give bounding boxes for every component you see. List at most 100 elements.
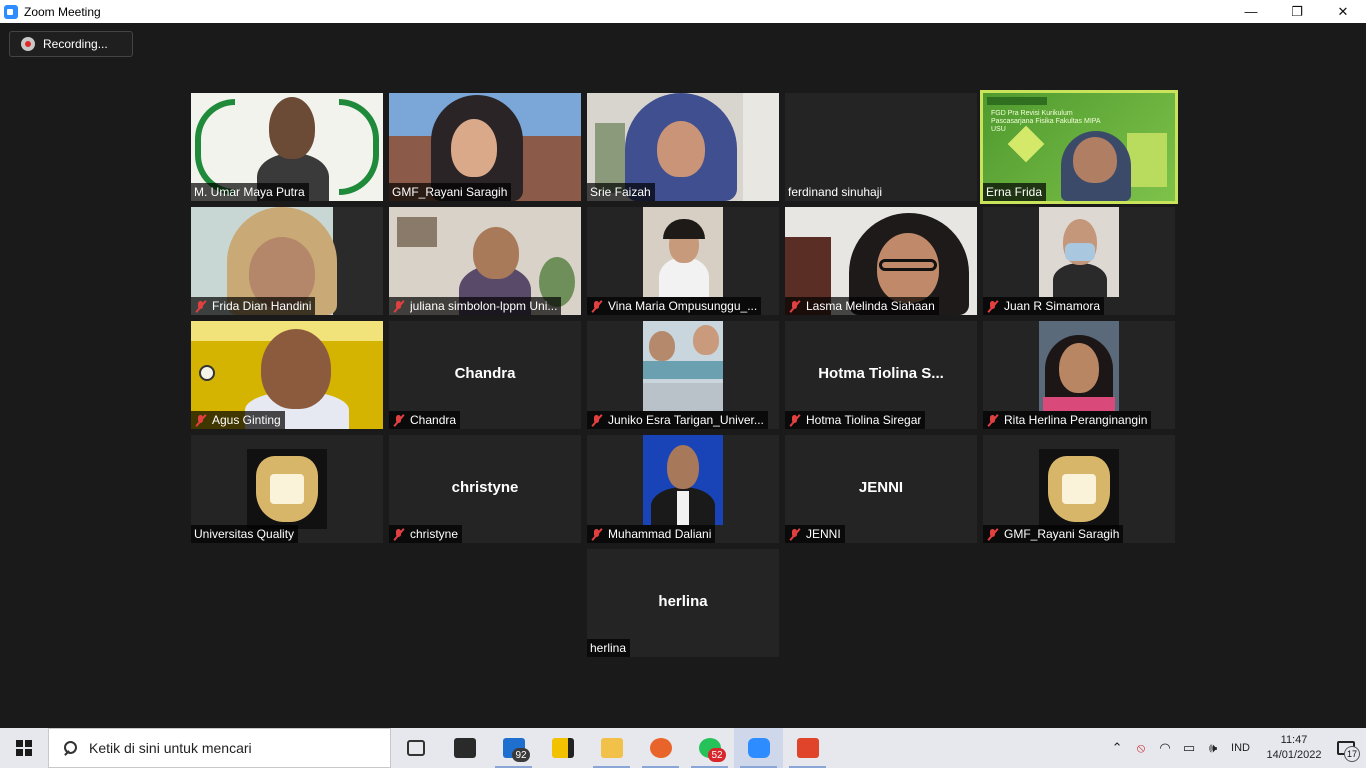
taskbar-clock[interactable]: 11:47 14/01/2022 [1262,733,1326,763]
participant-tile[interactable]: Juan R Simamora [983,207,1175,315]
participant-video [1039,207,1119,297]
participant-tile[interactable]: Frida Dian Handini [191,207,383,315]
sticky-notes-icon [551,738,574,758]
participant-name-label: juliana simbolon-lppm Uni... [389,297,562,315]
participant-video [1039,321,1119,411]
volume-icon[interactable]: 🕪 [1201,728,1225,768]
participant-tile[interactable]: Agus Ginting [191,321,383,429]
participant-name-label: M. Umar Maya Putra [191,183,309,201]
participant-tile[interactable]: Chandra Chandra [389,321,581,429]
close-button[interactable]: ✕ [1320,0,1366,23]
chevron-up-icon[interactable]: ⌃ [1105,728,1129,768]
participant-display-name: Hotma Tiolina S... [818,365,944,382]
participant-tile[interactable]: GMF_Rayani Saragih [389,93,581,201]
participant-display-name: christyne [451,479,519,496]
zoom-app-icon [4,4,18,19]
participant-name-label: Juniko Esra Tarigan_Univer... [587,411,768,429]
taskbar-search-box[interactable]: Ketik di sini untuk mencari [48,728,391,768]
search-placeholder: Ketik di sini untuk mencari [89,740,252,756]
system-tray: ⌃ ⦸ ◠ ▭ 🕪 IND 11:47 14/01/2022 17 [1105,728,1366,768]
participant-tile[interactable]: christyne christyne [389,435,581,543]
muted-mic-icon [194,414,208,427]
muted-mic-icon [788,528,802,541]
participant-name-label: Erna Frida [983,183,1047,201]
participant-name-label: Juan R Simamora [983,297,1105,315]
participant-tile[interactable]: M. Umar Maya Putra [191,93,383,201]
firefox-icon [649,738,672,758]
participant-tile[interactable]: ferdinand sinuhaji [785,93,977,201]
search-icon [63,741,77,755]
taskbar-store[interactable] [440,728,489,768]
task-view-button[interactable] [391,728,440,768]
mail-badge: 92 [512,748,530,762]
participant-tile[interactable]: Rita Herlina Peranginangin [983,321,1175,429]
participant-tile[interactable]: juliana simbolon-lppm Uni... [389,207,581,315]
taskbar-sticky-notes[interactable] [538,728,587,768]
participant-name-label: Universitas Quality [191,525,299,543]
participant-name-label: Muhammad Daliani [587,525,716,543]
taskbar-zoom[interactable] [734,728,783,768]
zoom-icon [747,738,770,758]
clock-time: 11:47 [1280,734,1308,746]
muted-mic-icon [986,300,1000,313]
muted-mic-icon [590,414,604,427]
participant-tile[interactable]: Universitas Quality [191,435,383,543]
muted-mic-icon [194,300,208,313]
muted-mic-icon [392,528,406,541]
participant-video [643,207,723,297]
participant-display-name: Chandra [454,365,516,382]
participant-name-label: GMF_Rayani Saragih [389,183,512,201]
security-alert-icon[interactable]: ⦸ [1129,728,1153,768]
window-controls: — ❐ ✕ [1228,0,1366,23]
notification-count: 17 [1344,746,1360,762]
participant-name-label: Vina Maria Ompusunggu_... [587,297,762,315]
participant-name-label: ferdinand sinuhaji [788,185,883,199]
taskbar-apps: 92 52 [391,728,832,768]
participant-tile[interactable]: Srie Faizah [587,93,779,201]
battery-icon[interactable]: ▭ [1177,728,1201,768]
participant-name-label: herlina [587,639,631,657]
wifi-icon[interactable]: ◠ [1153,728,1177,768]
minimize-button[interactable]: — [1228,0,1274,23]
participant-name-label: Lasma Melinda Siahaan [785,297,939,315]
participant-display-name: JENNI [858,479,904,496]
participant-video [643,321,723,411]
university-crest-logo [247,449,327,529]
participant-tile-active-speaker[interactable]: FGD Pra Revisi Kurikulum Pascasarjana Fi… [980,90,1178,204]
participant-name-label: Rita Herlina Peranginangin [983,411,1152,429]
participant-video [643,435,723,525]
participant-name-label: Hotma Tiolina Siregar [785,411,926,429]
participant-tile[interactable]: herlina herlina [587,549,779,657]
participant-tile[interactable]: Juniko Esra Tarigan_Univer... [587,321,779,429]
restore-button[interactable]: ❐ [1274,0,1320,23]
participant-name-label: Chandra [389,411,461,429]
gallery-grid: M. Umar Maya Putra GMF_Rayani Saragih Sr… [0,23,1366,728]
participant-name-label: Frida Dian Handini [191,297,316,315]
participant-tile[interactable]: Vina Maria Ompusunggu_... [587,207,779,315]
participant-tile[interactable]: JENNI JENNI [785,435,977,543]
presentation-app-icon [796,738,819,758]
participant-name-label: Srie Faizah [587,183,655,201]
action-center-button[interactable]: 17 [1326,728,1366,768]
muted-mic-icon [788,300,802,313]
taskbar-whatsapp[interactable]: 52 [685,728,734,768]
participant-tile[interactable]: Muhammad Daliani [587,435,779,543]
taskbar-file-explorer[interactable] [587,728,636,768]
taskbar-powerpoint[interactable] [783,728,832,768]
windows-taskbar: Ketik di sini untuk mencari 92 52 ⌃ ⦸ ◠ … [0,728,1366,768]
muted-mic-icon [788,414,802,427]
participant-tile[interactable]: Hotma Tiolina S... Hotma Tiolina Siregar [785,321,977,429]
university-crest-logo [1039,449,1119,529]
taskbar-firefox[interactable] [636,728,685,768]
participant-tile[interactable]: GMF_Rayani Saragih [983,435,1175,543]
participant-tile[interactable]: Lasma Melinda Siahaan [785,207,977,315]
participant-name-label: GMF_Rayani Saragih [983,525,1124,543]
muted-mic-icon [590,300,604,313]
muted-mic-icon [986,414,1000,427]
taskbar-mail[interactable]: 92 [489,728,538,768]
window-title: Zoom Meeting [24,4,101,19]
input-language[interactable]: IND [1231,742,1250,754]
participant-display-name: herlina [658,593,708,610]
start-button[interactable] [0,728,48,768]
muted-mic-icon [392,300,406,313]
